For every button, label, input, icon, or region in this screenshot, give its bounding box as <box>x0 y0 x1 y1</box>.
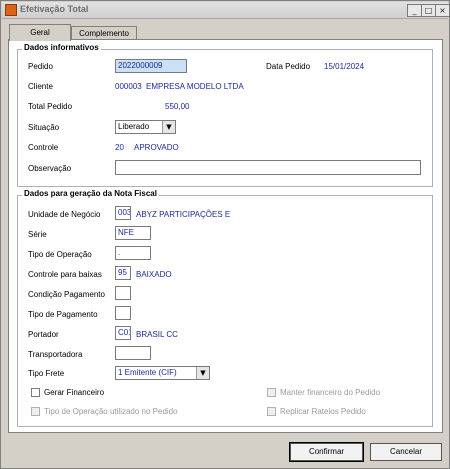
serie-input[interactable]: NFE <box>115 226 151 240</box>
controle-code: 20 <box>115 143 124 152</box>
chevron-down-icon: ▼ <box>196 367 209 379</box>
situacao-value: Liberado <box>118 122 150 131</box>
app-icon <box>5 4 17 16</box>
tab-geral[interactable]: Geral <box>9 24 71 41</box>
tipo-frete-select[interactable]: 1 Emitente (CIF) ▼ <box>115 366 210 380</box>
group-nota-fiscal: Dados para geração da Nota Fiscal Unidad… <box>17 189 433 427</box>
manter-financeiro-checkbox[interactable] <box>267 388 276 397</box>
controle-name: APROVADO <box>134 143 179 152</box>
observacao-label: Observação <box>28 164 72 173</box>
unidade-negocio-name: ABYZ PARTICIPAÇÕES E <box>136 210 231 219</box>
cancelar-button[interactable]: Cancelar <box>370 443 442 461</box>
condicao-pagamento-label: Condição Pagamento <box>28 290 105 299</box>
portador-name: BRASIL CC <box>136 330 178 339</box>
portador-input[interactable]: C01 <box>115 326 131 340</box>
condicao-pagamento-input[interactable] <box>115 286 131 300</box>
tab-page-geral: Dados informativos Pedido 2022000009 Dat… <box>8 39 443 433</box>
transportadora-input[interactable] <box>115 346 151 360</box>
manter-financeiro-label: Manter financeiro do Pedido <box>280 388 381 397</box>
unidade-negocio-label: Unidade de Negócio <box>28 210 101 219</box>
situacao-select[interactable]: Liberado ▼ <box>115 120 176 134</box>
gerar-financeiro-checkbox[interactable] <box>31 388 40 397</box>
pedido-input[interactable]: 2022000009 <box>115 59 187 73</box>
controle-baixas-input[interactable]: 95 <box>115 266 131 280</box>
tipo-pagamento-input[interactable] <box>115 306 131 320</box>
title-bar: Efetivação Total _ □ × <box>2 2 450 19</box>
situacao-label: Situação <box>28 123 60 132</box>
tipo-frete-label: Tipo Frete <box>28 369 65 378</box>
tipo-frete-value: 1 Emitente (CIF) <box>118 368 177 377</box>
total-pedido-label: Total Pedido <box>28 102 73 111</box>
replicar-rateios-checkbox[interactable] <box>267 407 276 416</box>
data-pedido-value: 15/01/2024 <box>324 62 365 71</box>
serie-label: Série <box>28 230 47 239</box>
tipo-operacao-input[interactable]: . <box>115 246 151 260</box>
efetivacao-window: Efetivação Total _ □ × Geral Complemento… <box>0 0 450 469</box>
cliente-label: Cliente <box>28 82 53 91</box>
controle-baixas-label: Controle para baixas <box>28 270 102 279</box>
portador-label: Portador <box>28 330 59 339</box>
controle-label: Controle <box>28 143 59 152</box>
group-dados-informativos: Dados informativos Pedido 2022000009 Dat… <box>17 43 433 187</box>
observacao-input[interactable] <box>115 160 421 175</box>
confirmar-button[interactable]: Confirmar <box>289 442 364 462</box>
tipo-operacao-pedido-checkbox[interactable] <box>31 407 40 416</box>
chevron-down-icon: ▼ <box>162 121 175 133</box>
replicar-rateios-label: Replicar Rateios Pedido <box>280 407 366 416</box>
maximize-button[interactable]: □ <box>421 4 436 17</box>
minimize-button[interactable]: _ <box>407 4 422 17</box>
window-title: Efetivação Total <box>20 4 89 14</box>
controle-baixas-name: BAIXADO <box>136 270 172 279</box>
close-button[interactable]: × <box>435 4 450 17</box>
group-title-dados-informativos: Dados informativos <box>22 43 101 52</box>
total-pedido-value: 550,00 <box>165 102 190 111</box>
transportadora-label: Transportadora <box>28 350 83 359</box>
cliente-code: 000003 <box>115 82 142 91</box>
pedido-label: Pedido <box>28 62 53 71</box>
gerar-financeiro-label: Gerar Financeiro <box>44 388 105 397</box>
unidade-negocio-input[interactable]: 003 <box>115 206 131 220</box>
data-pedido-label: Data Pedido <box>266 62 311 71</box>
tipo-operacao-pedido-label: Tipo de Operação utilizado no Pedido <box>44 407 178 416</box>
group-title-nota-fiscal: Dados para geração da Nota Fiscal <box>22 189 159 198</box>
tipo-operacao-label: Tipo de Operação <box>28 250 92 259</box>
tipo-pagamento-label: Tipo de Pagamento <box>28 310 98 319</box>
cliente-name: EMPRESA MODELO LTDA <box>146 82 244 91</box>
tab-complemento[interactable]: Complemento <box>71 26 137 40</box>
